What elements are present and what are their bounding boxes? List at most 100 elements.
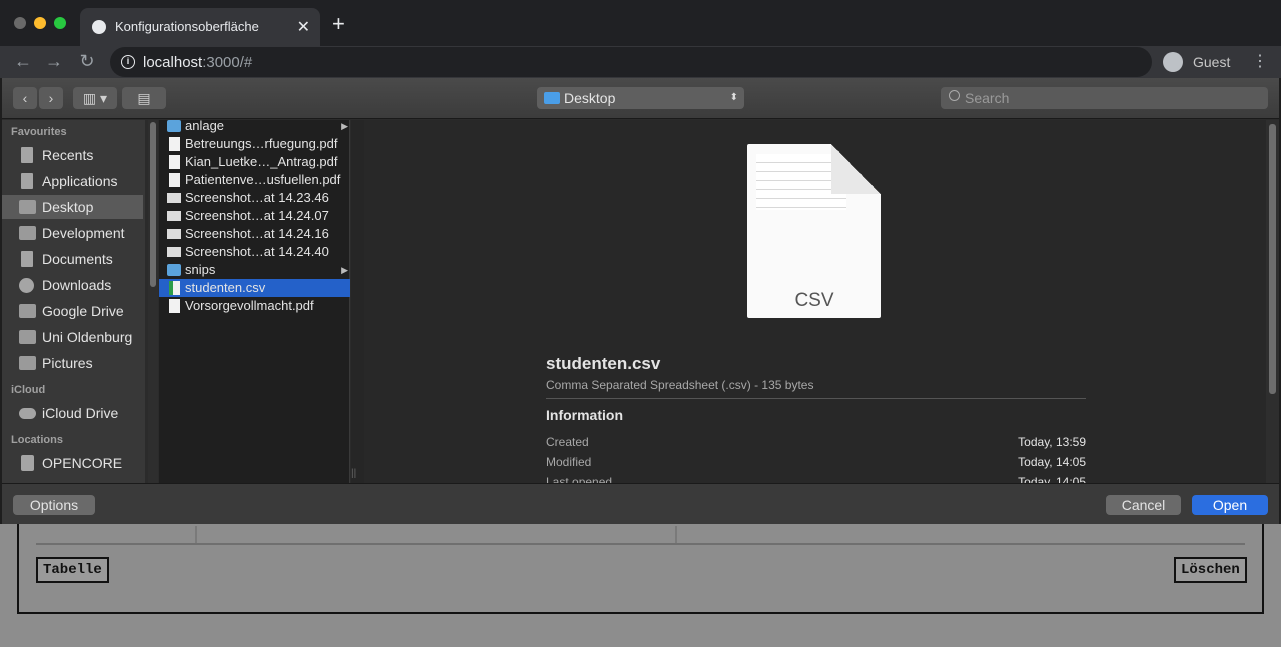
sidebar-section-heading: Locations xyxy=(11,434,63,446)
scrollbar-thumb[interactable] xyxy=(150,122,156,287)
info-value: Today, 13:59 xyxy=(1018,435,1086,449)
info-label: Created xyxy=(546,435,589,449)
file-list: anlage ▶ Betreuungs…rfuegung.pdf Kian_Luetk… xyxy=(159,117,350,483)
window-zoom-button[interactable] xyxy=(54,17,66,29)
folder-icon xyxy=(19,226,36,240)
disk-icon xyxy=(21,455,34,471)
file-name: studenten.csv xyxy=(185,280,266,295)
info-value: Today, 14:05 xyxy=(1018,475,1086,483)
location-popup[interactable]: Desktop ⬍ xyxy=(537,87,744,109)
search-input[interactable] xyxy=(965,89,1255,107)
sidebar-item-downloads[interactable]: Downloads xyxy=(2,273,143,297)
back-icon[interactable]: ← xyxy=(12,50,34,72)
browser-tab[interactable]: Konfigurationsoberfläche ✕ xyxy=(80,8,320,46)
sidebar-item-google-drive[interactable]: Google Drive xyxy=(2,299,143,323)
window-minimize-button[interactable] xyxy=(34,17,46,29)
profile-avatar-icon[interactable] xyxy=(1163,52,1183,72)
file-row[interactable]: Screenshot…at 14.23.46 xyxy=(159,189,350,207)
sidebar-item-uni-oldenburg[interactable]: Uni Oldenburg xyxy=(2,325,143,349)
url-host: localhost xyxy=(143,54,203,71)
new-tab-button[interactable]: + xyxy=(332,13,345,35)
sidebar-item-label: Uni Oldenburg xyxy=(42,329,133,345)
file-row[interactable]: Betreuungs…rfuegung.pdf xyxy=(159,135,350,153)
window-close-button[interactable] xyxy=(14,17,26,29)
file-row[interactable]: studenten.csv xyxy=(159,279,350,297)
documents-icon xyxy=(21,251,33,267)
divider xyxy=(546,398,1086,399)
pdf-icon xyxy=(169,137,180,151)
info-value: Today, 14:05 xyxy=(1018,455,1086,469)
file-row[interactable]: Vorsorgevollmacht.pdf xyxy=(159,297,350,315)
sidebar-section-heading: iCloud xyxy=(11,384,46,396)
thumbnail-extension: CSV xyxy=(794,290,834,311)
file-thumbnail: CSV xyxy=(747,144,881,318)
file-row[interactable]: Kian_Luetke…_Antrag.pdf xyxy=(159,153,350,171)
forward-icon[interactable]: → xyxy=(43,50,65,72)
sidebar-item-opencore[interactable]: OPENCORE xyxy=(2,451,143,475)
sidebar-item-desktop[interactable]: Desktop xyxy=(2,195,143,219)
table-button[interactable]: Tabelle xyxy=(36,557,109,583)
disclosure-arrow-icon: ▶ xyxy=(341,265,348,275)
pictures-icon xyxy=(19,356,36,370)
delete-button[interactable]: Löschen xyxy=(1174,557,1247,583)
url-rest: :3000/# xyxy=(202,54,253,71)
options-button[interactable]: Options xyxy=(13,495,95,515)
sidebar-item-label: Pictures xyxy=(42,355,93,371)
column-divider[interactable] xyxy=(351,120,364,483)
sidebar-item-label: Downloads xyxy=(42,277,112,293)
browser-toolbar: ← → ↻ i localhost:3000/# Guest ⋮ xyxy=(0,46,1281,78)
pdf-icon xyxy=(169,173,180,187)
file-name: Screenshot…at 14.23.46 xyxy=(185,190,329,205)
folder-icon xyxy=(19,330,36,344)
sidebar-item-label: Documents xyxy=(42,251,113,267)
profile-label[interactable]: Guest xyxy=(1193,54,1230,70)
sidebar-item-recents[interactable]: Recents xyxy=(2,143,143,167)
file-name: anlage xyxy=(185,118,225,133)
preview-file-name: studenten.csv xyxy=(546,354,661,373)
browser-tabbar: Konfigurationsoberfläche ✕ + xyxy=(0,0,1281,46)
scrollbar-thumb[interactable] xyxy=(1269,124,1276,394)
reload-icon[interactable]: ↻ xyxy=(76,50,98,72)
sidebar-item-applications[interactable]: Applications xyxy=(2,169,143,193)
updown-chevron-icon: ⬍ xyxy=(729,92,738,103)
csv-icon xyxy=(169,281,180,295)
file-row[interactable]: Patientenve…usfuellen.pdf xyxy=(159,171,350,189)
preview-file-kind: Comma Separated Spreadsheet (.csv) - 135… xyxy=(546,378,814,392)
sidebar-item-development[interactable]: Development xyxy=(2,221,143,245)
file-name: Patientenve…usfuellen.pdf xyxy=(185,172,341,187)
file-row[interactable]: anlage ▶ xyxy=(159,117,350,135)
address-bar[interactable]: i localhost:3000/# xyxy=(110,47,1152,77)
new-folder-button[interactable]: ▤ xyxy=(122,87,166,109)
nav-forward-button[interactable]: › xyxy=(39,87,63,109)
info-icon[interactable]: i xyxy=(121,55,135,69)
preview-pane: CSV studenten.csv Comma Separated Spread… xyxy=(364,120,1266,483)
file-name: Screenshot…at 14.24.16 xyxy=(185,226,329,241)
column-resize-handle[interactable]: || xyxy=(351,468,356,479)
cancel-button[interactable]: Cancel xyxy=(1106,495,1181,515)
file-name: Vorsorgevollmacht.pdf xyxy=(185,298,314,313)
view-mode-button[interactable]: ▥ ▾ xyxy=(73,87,117,109)
sidebar-item-label: Recents xyxy=(42,147,94,163)
information-heading: Information xyxy=(546,407,623,423)
sidebar-item-label: OPENCORE xyxy=(42,455,123,471)
folder-icon xyxy=(167,264,181,276)
file-name: snips xyxy=(185,262,216,277)
file-row[interactable]: Screenshot…at 14.24.40 xyxy=(159,243,350,261)
sidebar-scrollbar[interactable] xyxy=(148,120,158,483)
tab-close-icon[interactable]: ✕ xyxy=(297,17,310,37)
file-row[interactable]: Screenshot…at 14.24.16 xyxy=(159,225,350,243)
file-row[interactable]: snips ▶ xyxy=(159,261,350,279)
sidebar-item-label: Development xyxy=(42,225,125,241)
sidebar-item-pictures[interactable]: Pictures xyxy=(2,351,143,375)
sidebar-item-icloud-drive[interactable]: iCloud Drive xyxy=(2,401,143,425)
preview-scrollbar[interactable] xyxy=(1266,120,1279,483)
sidebar: Favourites Recents Applications Desktop Deve… xyxy=(2,120,145,483)
search-field[interactable] xyxy=(941,87,1268,109)
search-icon xyxy=(949,90,960,101)
info-row: Modified Today, 14:05 xyxy=(546,455,1086,473)
nav-back-button[interactable]: ‹ xyxy=(13,87,37,109)
sidebar-item-documents[interactable]: Documents xyxy=(2,247,143,271)
open-button[interactable]: Open xyxy=(1192,495,1268,515)
file-row[interactable]: Screenshot…at 14.24.07 xyxy=(159,207,350,225)
menu-dots-icon[interactable]: ⋮ xyxy=(1252,51,1268,71)
